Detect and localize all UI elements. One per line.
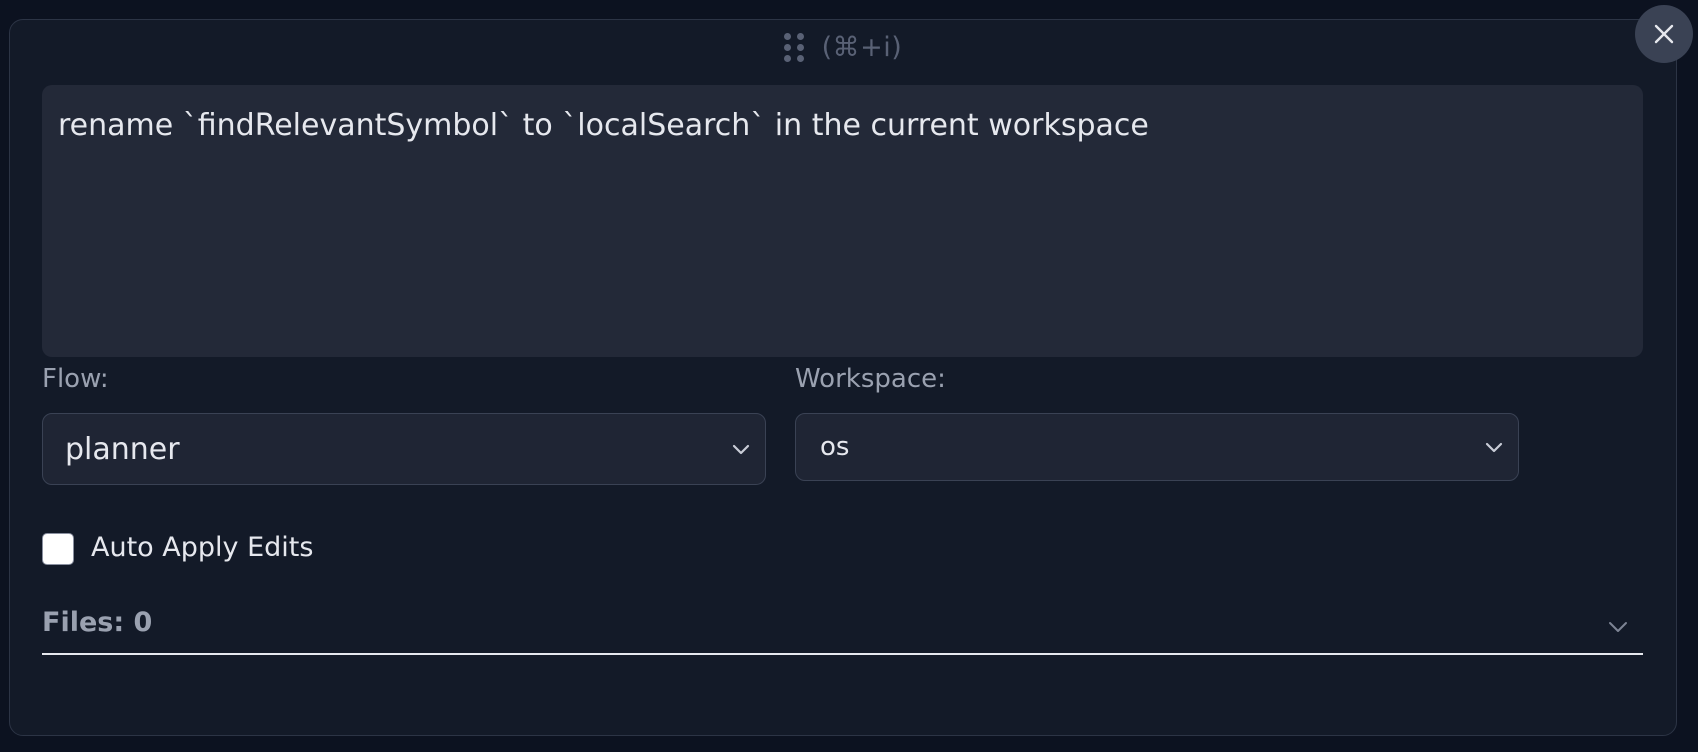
auto-apply-label: Auto Apply Edits bbox=[91, 532, 314, 563]
drag-inner: (⌘+i) bbox=[783, 31, 903, 63]
workspace-label: Workspace: bbox=[795, 364, 946, 394]
workspace-select[interactable]: os bbox=[795, 413, 1519, 481]
workspace-select-value: os bbox=[820, 432, 850, 462]
chevron-down-icon bbox=[1485, 442, 1503, 453]
chevron-down-icon bbox=[1609, 622, 1627, 632]
flow-select-value: planner bbox=[65, 431, 180, 467]
close-icon bbox=[1654, 24, 1674, 44]
auto-apply-checkbox[interactable] bbox=[42, 533, 74, 565]
prompt-input[interactable]: rename `findRelevantSymbol` to `localSea… bbox=[42, 85, 1643, 357]
drag-handle-icon[interactable] bbox=[783, 32, 804, 62]
drag-bar[interactable]: (⌘+i) bbox=[10, 20, 1676, 70]
files-count-label: Files: 0 bbox=[42, 607, 153, 638]
command-panel: (⌘+i) rename `findRelevantSymbol` to `lo… bbox=[9, 19, 1677, 736]
files-toggle[interactable]: Files: 0 bbox=[42, 587, 1643, 655]
flow-label: Flow: bbox=[42, 364, 109, 394]
close-button[interactable] bbox=[1635, 5, 1693, 63]
shortcut-hint: (⌘+i) bbox=[821, 31, 903, 63]
flow-select[interactable]: planner bbox=[42, 413, 766, 485]
chevron-down-icon bbox=[732, 444, 750, 455]
